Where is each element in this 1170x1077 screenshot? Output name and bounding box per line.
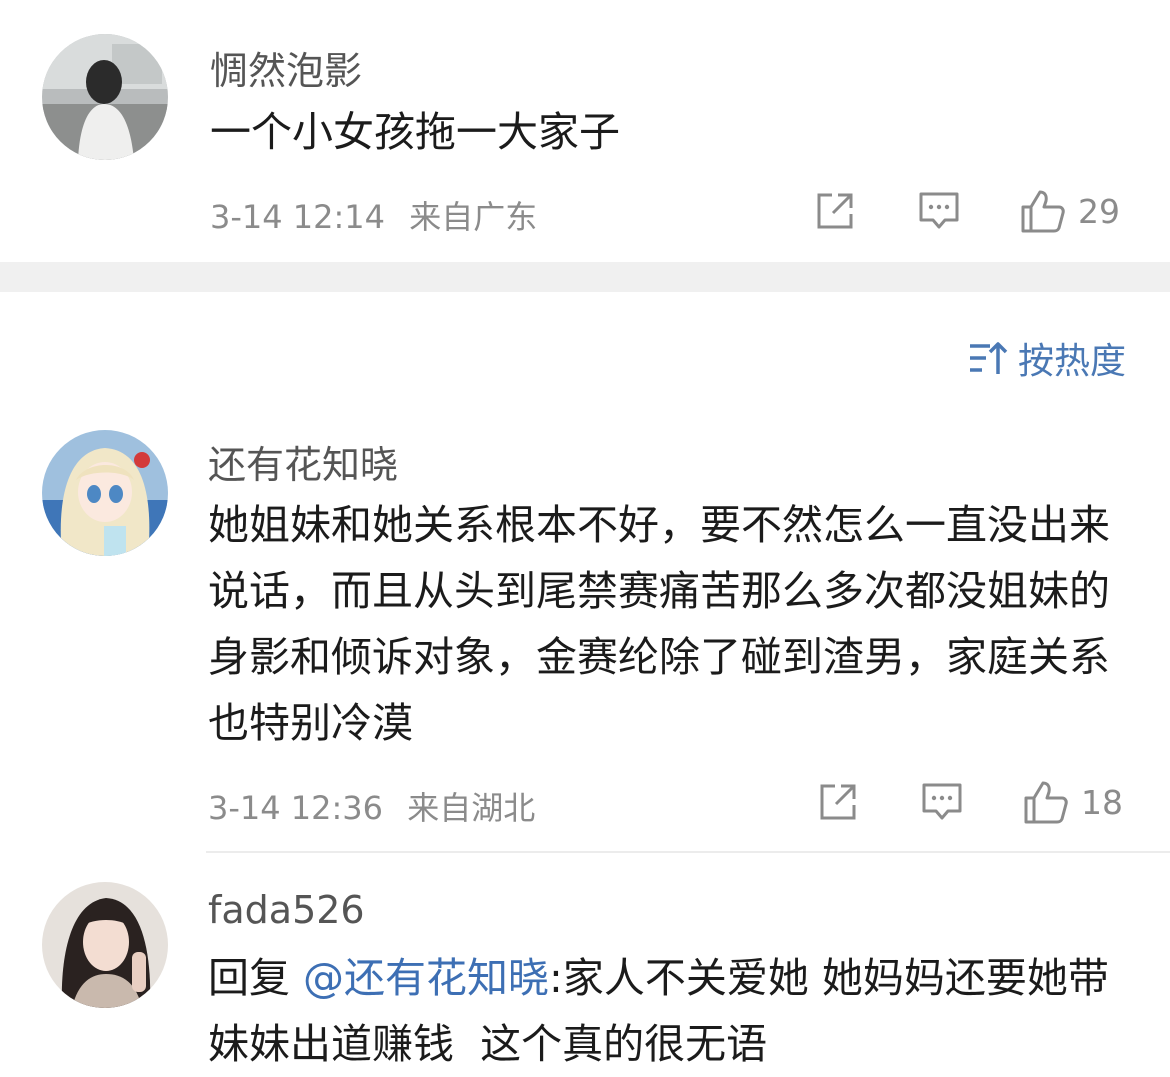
avatar-user-1[interactable] bbox=[42, 34, 168, 160]
comment-text: 一个小女孩拖一大家子 bbox=[210, 108, 620, 156]
share-icon bbox=[820, 784, 856, 820]
thumbs-up-icon bbox=[1024, 781, 1068, 824]
like-button[interactable]: 29 bbox=[1020, 186, 1120, 236]
like-button[interactable]: 18 bbox=[1023, 777, 1123, 827]
section-divider bbox=[0, 262, 1170, 292]
avatar-woman-photo-icon bbox=[42, 882, 168, 1008]
reply-prefix: 回复 bbox=[208, 954, 304, 1002]
sort-icon bbox=[969, 342, 1008, 374]
avatar-girl-window-icon bbox=[42, 34, 168, 160]
like-count: 18 bbox=[1081, 782, 1123, 822]
mention-link[interactable]: @还有花知晓 bbox=[303, 954, 549, 1002]
avatar-anime-girl-icon bbox=[42, 430, 168, 556]
comment-text: 回复 @还有花知晓:家人不关爱她 她妈妈还要她带妹妹出道赚钱 这个真的很无语 bbox=[208, 945, 1133, 1077]
comment-button[interactable] bbox=[917, 186, 961, 236]
share-icon bbox=[817, 193, 853, 229]
username[interactable]: fada526 bbox=[208, 888, 365, 932]
sort-by-hot-button[interactable]: 按热度 bbox=[968, 332, 1126, 384]
comment-actions: 18 bbox=[0, 777, 1170, 827]
comment-text: 她姐妹和她关系根本不好，要不然怎么一直没出来说话，而且从头到尾禁赛痛苦那么多次都… bbox=[208, 501, 1110, 747]
comment-icon bbox=[919, 192, 959, 229]
share-button[interactable] bbox=[817, 777, 859, 827]
username[interactable]: 惆然泡影 bbox=[210, 40, 362, 95]
share-button[interactable] bbox=[814, 186, 856, 236]
avatar-user-3[interactable] bbox=[42, 882, 168, 1008]
like-count: 29 bbox=[1078, 191, 1120, 231]
reply-divider bbox=[206, 851, 1170, 853]
avatar-user-2[interactable] bbox=[42, 430, 168, 556]
sort-label: 按热度 bbox=[1017, 341, 1126, 382]
comment-button[interactable] bbox=[920, 777, 964, 827]
thumbs-up-icon bbox=[1021, 190, 1065, 233]
comment-icon bbox=[922, 783, 962, 820]
comment-actions: 29 bbox=[0, 186, 1170, 236]
username[interactable]: 还有花知晓 bbox=[208, 434, 398, 489]
